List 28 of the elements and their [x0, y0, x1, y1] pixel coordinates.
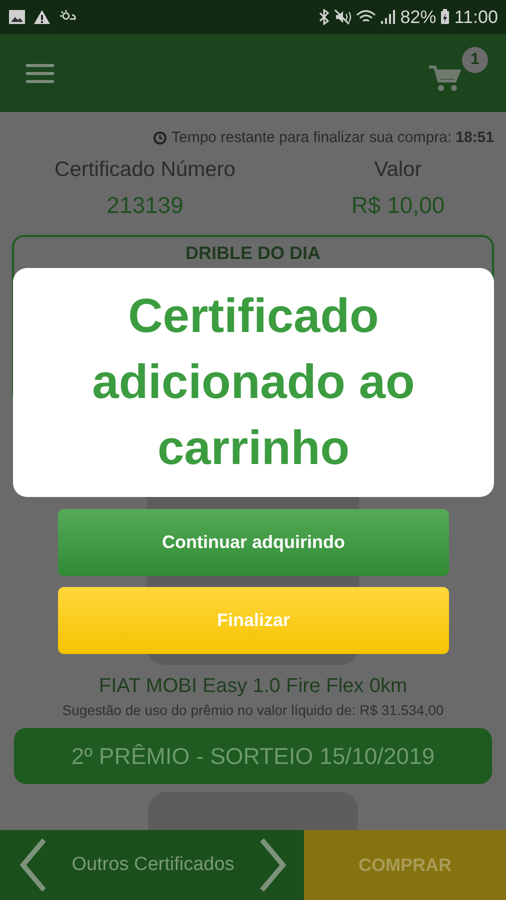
finish-button[interactable]: Finalizar: [58, 587, 449, 654]
clock-time: 11:00: [454, 6, 498, 28]
nav-label: Outros Certificados: [72, 854, 234, 876]
certificate-value: R$ 10,00: [350, 192, 446, 219]
section-title: DRIBLE DO DIA: [186, 243, 320, 264]
prize-name: FIAT MOBI Easy 1.0 Fire Flex 0km: [98, 675, 408, 698]
battery-icon: [440, 9, 450, 25]
certificate-number-label: Certificado Número: [54, 158, 236, 182]
warning-icon: [33, 9, 51, 25]
chevron-right-icon[interactable]: [258, 837, 288, 893]
mute-icon: [334, 9, 352, 25]
prize-suggestion: Sugestão de uso do prêmio no valor líquido de: R$ 31.534,00: [62, 702, 444, 718]
timer-label: Tempo restante para finalizar sua compra:: [171, 129, 452, 146]
timer-value: 18:51: [456, 129, 494, 146]
bluetooth-icon: [318, 9, 330, 25]
signal-icon: [380, 9, 396, 25]
certificate-number: 213139: [106, 192, 184, 219]
continue-button[interactable]: Continuar adquirindo: [58, 509, 449, 576]
buy-button[interactable]: COMPRAR: [304, 830, 506, 900]
battery-percentage: 82%: [400, 6, 436, 28]
image-icon: [8, 9, 26, 25]
clock-icon: [153, 130, 168, 144]
menu-icon[interactable]: [26, 63, 54, 83]
dialog-message: Certificado adicionado ao carrinho: [91, 288, 416, 476]
value-label: Valor: [373, 158, 423, 182]
chevron-left-icon[interactable]: [18, 837, 48, 893]
prize-banner: 2º PRÊMIO - SORTEIO 15/10/2019: [14, 728, 492, 784]
cart-count-badge: 1: [462, 47, 488, 73]
